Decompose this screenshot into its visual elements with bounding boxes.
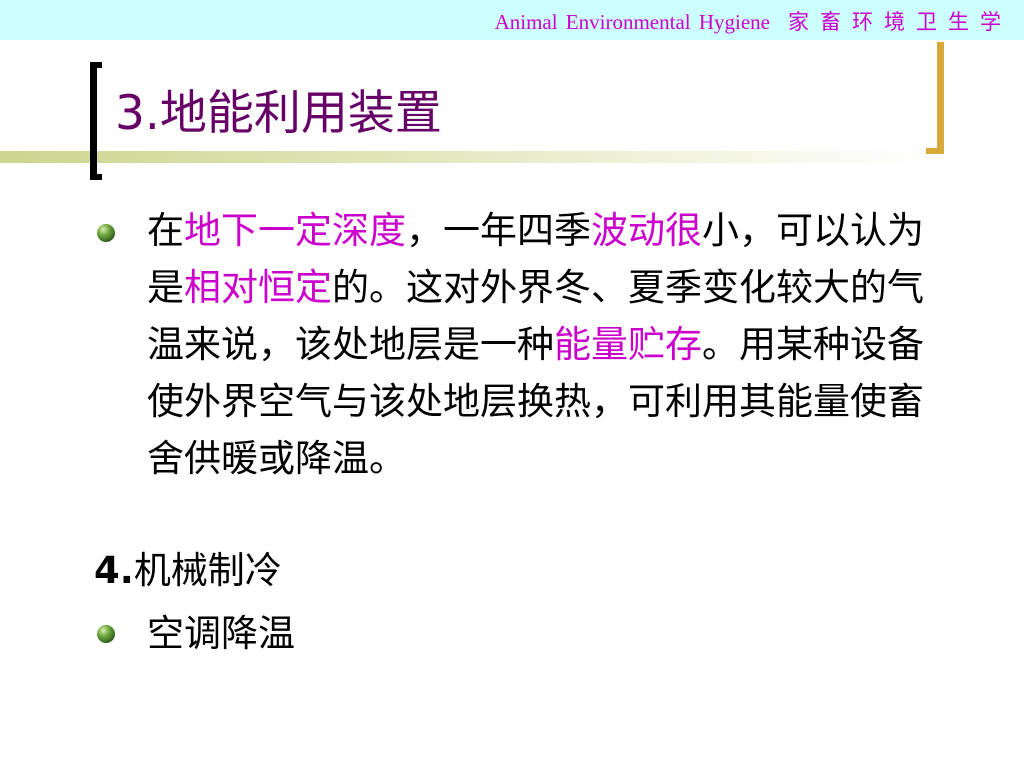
- highlight-underground-depth: 地下一定深度: [184, 209, 406, 252]
- course-name-en: Animal Environmental Hygiene: [494, 10, 770, 34]
- bullet-paragraph: 在地下一定深度，一年四季波动很小，可以认为是相对恒定的。这对外界冬、夏季变化较大…: [147, 202, 927, 487]
- right-bracket-decoration: [926, 42, 944, 154]
- header-band: Animal Environmental Hygiene 家畜环境卫生学: [0, 0, 1024, 40]
- section-label: 机械制冷: [133, 549, 282, 592]
- highlight-energy-storage: 能量贮存: [554, 323, 702, 366]
- highlight-fluctuation: 波动很: [591, 209, 702, 252]
- slide-title: 3.地能利用装置: [115, 86, 442, 141]
- course-header: Animal Environmental Hygiene 家畜环境卫生学: [495, 6, 1012, 36]
- green-sphere-bullet-icon: [97, 224, 115, 242]
- highlight-relatively-constant: 相对恒定: [184, 266, 332, 309]
- green-sphere-bullet-icon: [97, 625, 115, 643]
- section-heading-mechanical-cooling: 4.机械制冷: [94, 540, 282, 594]
- left-bracket-decoration: [90, 62, 102, 180]
- para-text-2: ，一年四季: [406, 209, 591, 252]
- para-text-1: 在: [147, 209, 184, 252]
- course-name-cn: 家畜环境卫生学: [788, 10, 1012, 34]
- section-number: 4.: [94, 549, 134, 592]
- title-rule: [0, 151, 930, 163]
- slide: Animal Environmental Hygiene 家畜环境卫生学 3.地能…: [0, 0, 1024, 768]
- bullet-air-conditioning: 空调降温: [147, 612, 295, 655]
